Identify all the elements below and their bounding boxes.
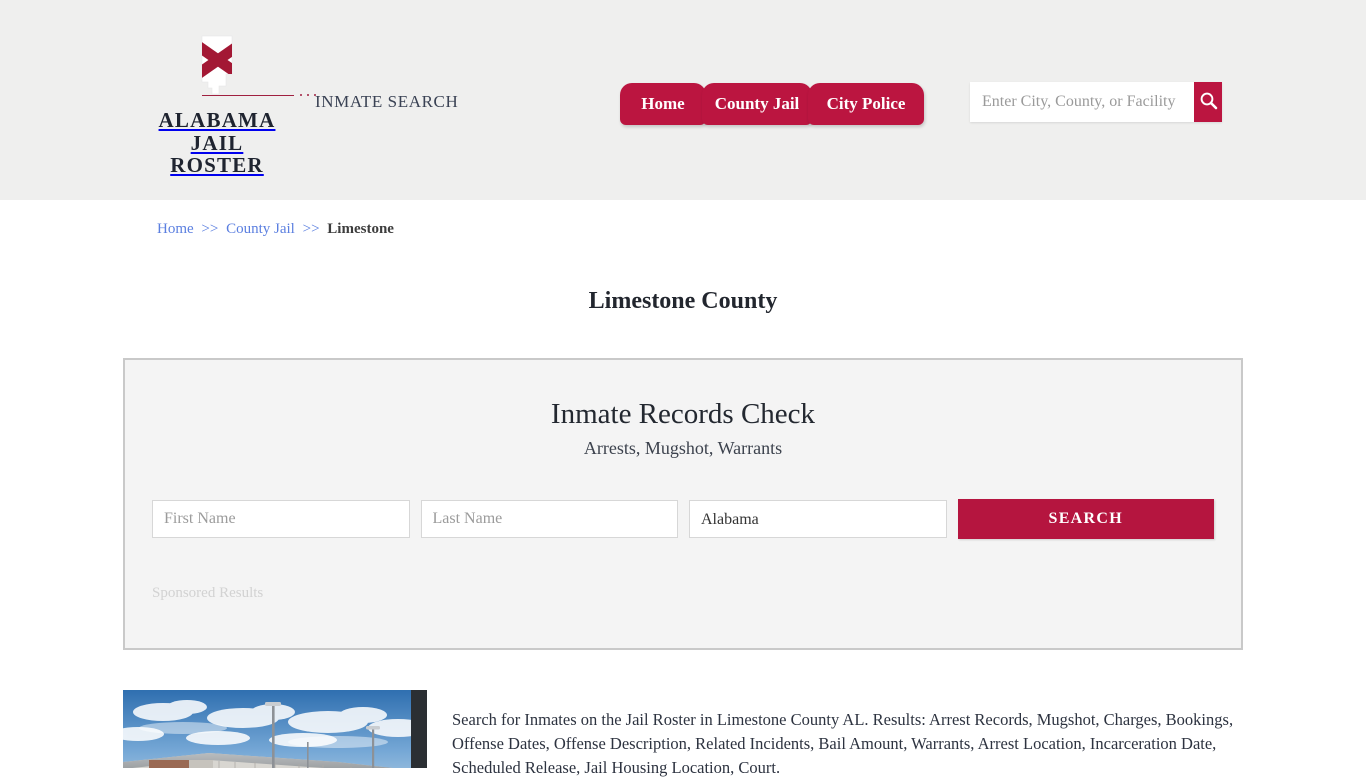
logo-text-line2: JAIL ROSTER [170,130,264,178]
page-title: Limestone County [588,288,778,315]
state-select[interactable]: Alabama [689,500,947,538]
inmate-records-check-card: Inmate Records Check Arrests, Mugshot, W… [123,358,1243,650]
jail-facility-image [123,690,427,768]
nav-item-county-jail[interactable]: County Jail [702,83,812,125]
card-title: Inmate Records Check [550,398,816,430]
sponsored-results-label: Sponsored Results [152,585,264,601]
inmate-search-form: Alabama SEARCH [125,499,1241,539]
header-inner: ALABAMA JAIL ROSTER INMATE SEARCH Home C… [0,0,1366,200]
header-search-button[interactable] [1194,82,1222,122]
logo-text-line1: ALABAMA [158,108,276,132]
alabama-state-flag-icon [186,35,248,108]
header-search-box [970,82,1222,122]
card-subtitle: Arrests, Mugshot, Warrants [583,438,783,458]
nav-item-home[interactable]: Home [620,83,706,125]
header-search-input[interactable] [970,82,1194,122]
breadcrumb-item-county-jail[interactable]: County Jail [226,221,295,237]
breadcrumb-item-current: Limestone [327,221,394,237]
nav-item-city-police[interactable]: City Police [808,83,924,125]
breadcrumb-separator: >> [201,221,219,237]
last-name-input[interactable] [420,500,678,538]
header-tagline: INMATE SEARCH [315,92,459,111]
search-icon [1199,91,1218,113]
search-submit-button[interactable]: SEARCH [957,499,1214,539]
facility-photo [123,690,427,768]
site-header: ALABAMA JAIL ROSTER INMATE SEARCH Home C… [0,0,1366,200]
facility-description: Search for Inmates on the Jail Roster in… [452,709,1234,777]
breadcrumb-item-home[interactable]: Home [157,221,194,237]
site-logo[interactable]: ALABAMA JAIL ROSTER [152,34,316,178]
first-name-input[interactable] [152,500,410,538]
main-navigation: Home County Jail City Police [620,79,924,125]
breadcrumb: Home >> County Jail >> Limestone [157,221,394,238]
breadcrumb-separator: >> [302,221,320,237]
